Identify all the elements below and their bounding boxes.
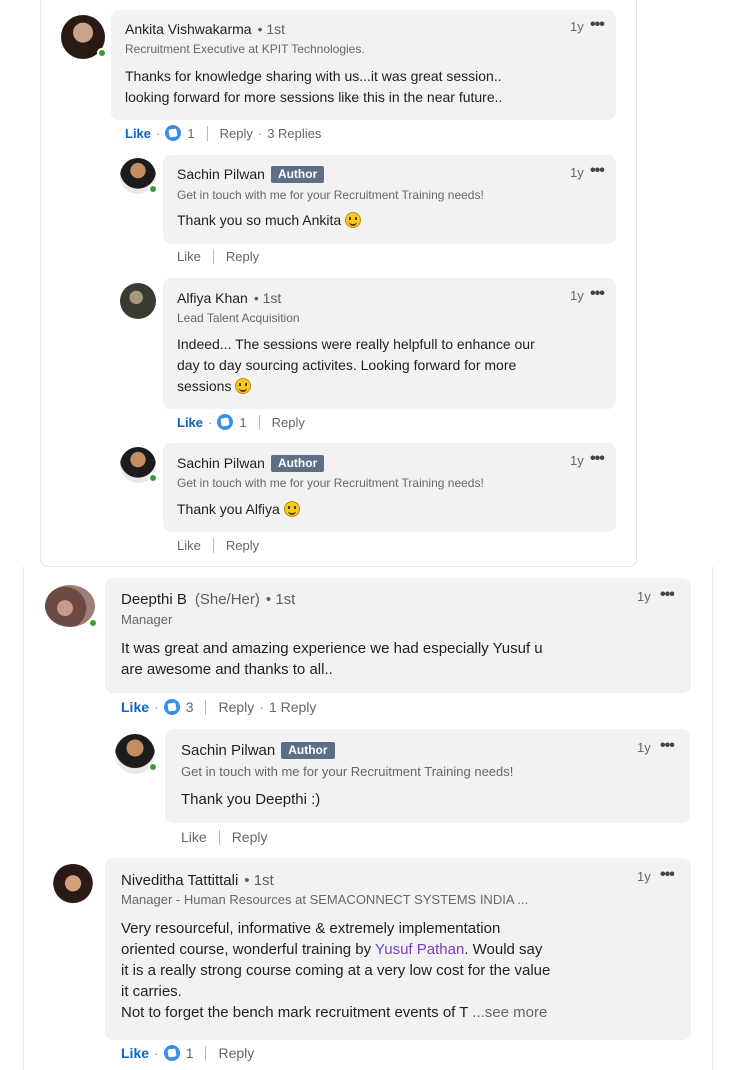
comment-timestamp: 1y (570, 288, 584, 303)
comment-actions: Like · 3 Reply · 1 Reply (121, 699, 317, 715)
like-button[interactable]: Like (125, 126, 151, 141)
online-status-icon (148, 473, 157, 482)
comment-timestamp: 1y (570, 453, 584, 468)
like-button[interactable]: Like (121, 1045, 149, 1061)
like-reaction-icon[interactable] (165, 125, 182, 141)
comment-timestamp: 1y (637, 740, 651, 755)
reply-button[interactable]: Reply (220, 126, 253, 141)
comment-timestamp: 1y (570, 165, 584, 180)
like-button[interactable]: Like (177, 415, 203, 430)
connection-degree: • 1st (244, 872, 274, 889)
comment-timestamp: 1y (637, 589, 651, 604)
comment-text: Thanks for knowledge sharing with us...i… (125, 68, 503, 105)
reply-button[interactable]: Reply (272, 415, 305, 430)
reply-button[interactable]: Reply (232, 829, 268, 845)
smiling-face-icon (345, 212, 362, 228)
commenter-name[interactable]: Sachin Pilwan Author (177, 455, 325, 472)
commenter-headline: Get in touch with me for your Recruitmen… (181, 764, 514, 779)
commenter-headline: Manager (121, 612, 173, 627)
reaction-count[interactable]: 3 (186, 699, 194, 715)
comment-actions: Like · 1 Reply (177, 414, 305, 430)
more-options-icon[interactable]: ••• (590, 163, 605, 179)
avatar[interactable] (120, 283, 156, 319)
commenter-headline: Recruitment Executive at KPIT Technologi… (125, 42, 365, 56)
author-badge: Author (281, 742, 335, 759)
author-badge: Author (270, 166, 325, 183)
reaction-count[interactable]: 1 (187, 126, 194, 141)
commenter-name[interactable]: Sachin Pilwan Author (181, 742, 335, 759)
like-reaction-icon[interactable] (217, 414, 234, 430)
commenter-name[interactable]: Sachin Pilwan Author (177, 166, 325, 183)
online-status-icon (148, 184, 157, 193)
reply-button[interactable]: Reply (226, 538, 259, 553)
panel-border-left (23, 567, 24, 1070)
commenter-headline: Get in touch with me for your Recruitmen… (177, 188, 484, 202)
replies-link[interactable]: 1 Reply (269, 699, 316, 715)
like-button[interactable]: Like (181, 829, 207, 845)
online-status-icon (88, 618, 97, 627)
like-button[interactable]: Like (177, 538, 201, 553)
smiling-face-icon (283, 501, 300, 517)
comment-actions: Like Reply (181, 829, 267, 845)
comment-text: It was great and amazing experience we h… (121, 640, 543, 678)
more-options-icon[interactable]: ••• (590, 451, 605, 467)
more-options-icon[interactable]: ••• (590, 17, 605, 33)
comment-text: Thank you so much Ankita (177, 210, 362, 231)
commenter-name[interactable]: Ankita Vishwakarma • 1st (125, 21, 285, 37)
avatar[interactable] (50, 864, 96, 910)
commenter-name[interactable]: Niveditha Tattittali • 1st (121, 872, 274, 889)
online-status-icon (148, 762, 157, 771)
comment-actions: Like Reply (177, 249, 259, 264)
mention-link[interactable]: Yusuf Pathan (375, 941, 464, 958)
online-status-icon (97, 48, 106, 57)
replies-link[interactable]: 3 Replies (267, 126, 321, 141)
like-reaction-icon[interactable] (163, 1045, 180, 1061)
more-options-icon[interactable]: ••• (660, 867, 675, 883)
comment-text: Thank you Alfiya (177, 499, 300, 520)
comment-text: Very resourceful, informative & extremel… (121, 920, 551, 1021)
comment-timestamp: 1y (637, 869, 651, 884)
commenter-name[interactable]: Deepthi B (She/Her) • 1st (121, 591, 295, 608)
smiling-face-icon (235, 378, 252, 394)
more-options-icon[interactable]: ••• (590, 286, 605, 302)
reply-button[interactable]: Reply (218, 699, 254, 715)
author-badge: Author (270, 455, 325, 472)
reply-button[interactable]: Reply (218, 1045, 254, 1061)
commenter-headline: Get in touch with me for your Recruitmen… (177, 476, 484, 490)
reaction-count[interactable]: 1 (239, 415, 246, 430)
pronouns: (She/Her) (194, 591, 260, 608)
like-button[interactable]: Like (121, 699, 149, 715)
more-options-icon[interactable]: ••• (660, 738, 675, 754)
commenter-headline: Lead Talent Acquisition (177, 311, 300, 325)
connection-degree: • 1st (253, 290, 282, 306)
like-button[interactable]: Like (177, 249, 201, 264)
comment-text: Thank you Deepthi :) (181, 791, 321, 808)
reply-button[interactable]: Reply (226, 249, 259, 264)
comment-actions: Like · 1 Reply · 3 Replies (125, 125, 322, 141)
reaction-count[interactable]: 1 (186, 1045, 194, 1061)
connection-degree: • 1st (257, 21, 286, 37)
commenter-name[interactable]: Alfiya Khan • 1st (177, 290, 281, 306)
comment-text: Indeed... The sessions were really helpf… (177, 336, 535, 394)
comment-timestamp: 1y (570, 19, 584, 34)
commenter-headline: Manager - Human Resources at SEMACONNECT… (121, 892, 529, 907)
see-more-link[interactable]: ...see more (472, 1004, 547, 1021)
connection-degree: • 1st (265, 591, 296, 608)
comment-actions: Like · 1 Reply (121, 1045, 255, 1061)
like-reaction-icon[interactable] (163, 699, 180, 715)
panel-border-right (712, 567, 713, 1070)
more-options-icon[interactable]: ••• (660, 587, 675, 603)
comment-actions: Like Reply (177, 538, 259, 553)
